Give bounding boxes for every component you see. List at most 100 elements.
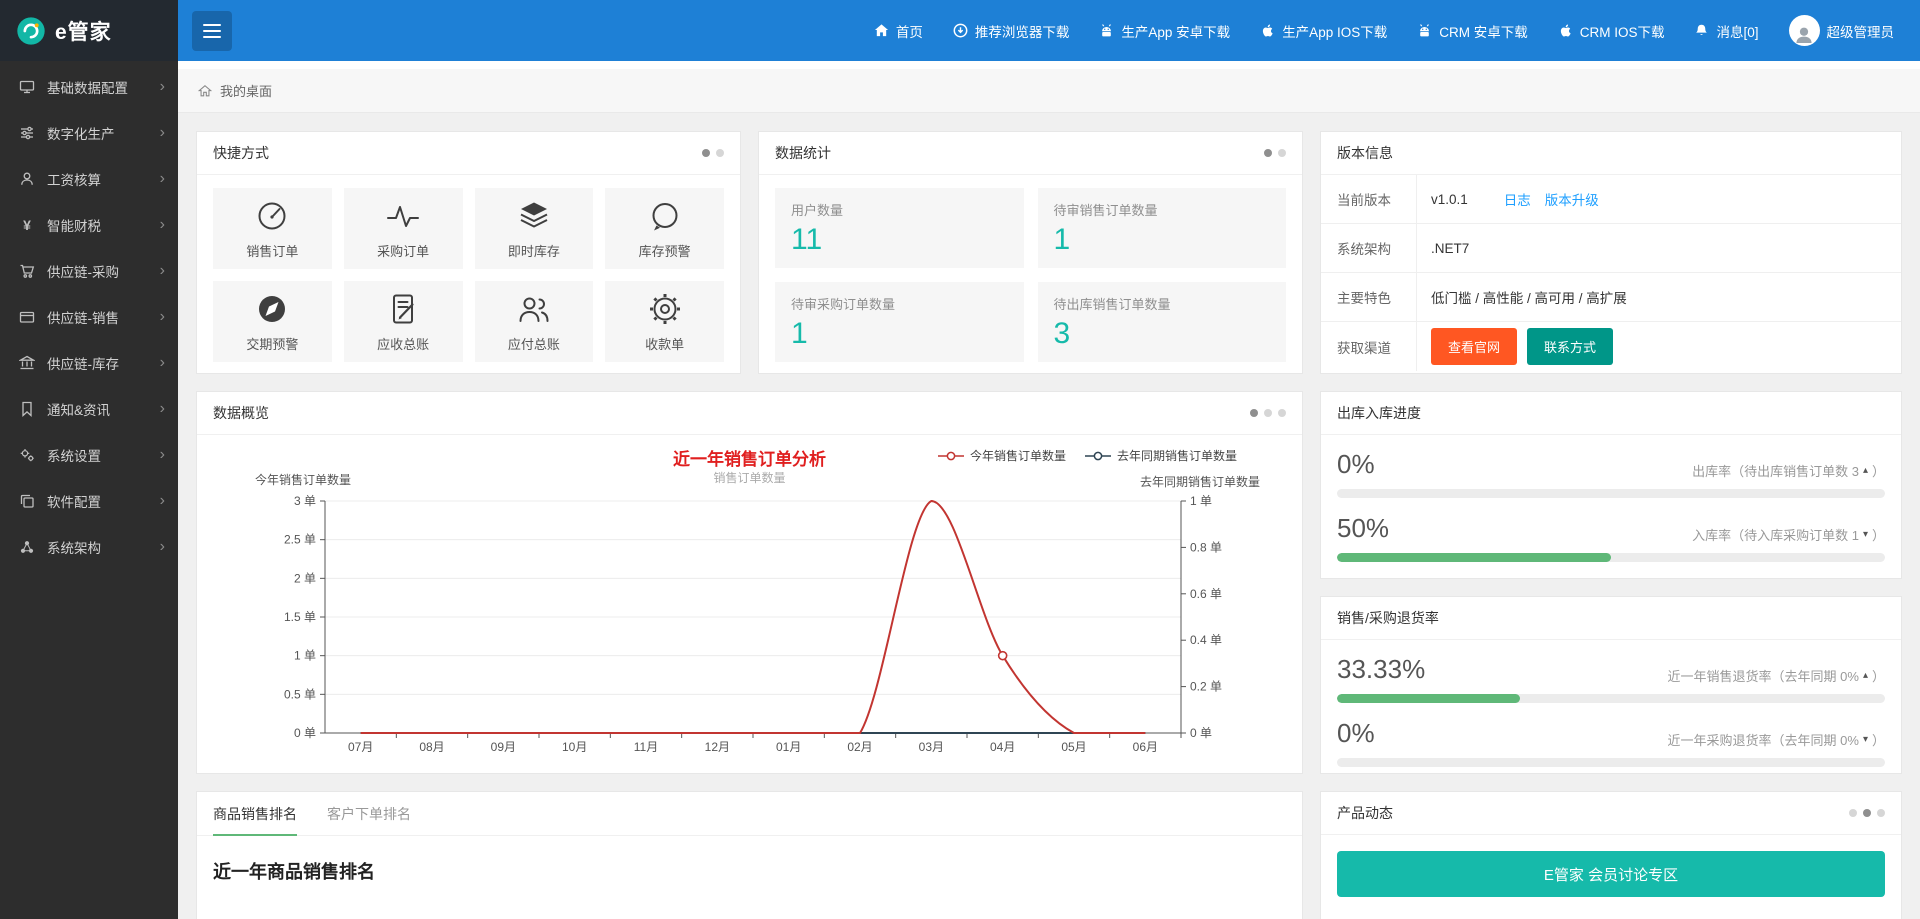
nav-item-browser-download[interactable]: 推荐浏览器下载 xyxy=(953,21,1069,41)
sidebar-item-smart-tax[interactable]: ¥ 智能财税 › xyxy=(0,202,178,248)
official-site-button[interactable]: 查看官网 xyxy=(1431,328,1518,365)
shortcuts-card: 快捷方式 销售订单 采购订单 即时库存 库存预警 交期预警 应收总账 应付总账 … xyxy=(196,131,741,374)
arch-value: .NET7 xyxy=(1431,240,1470,256)
carousel-dot[interactable] xyxy=(1250,409,1258,417)
changelog-link[interactable]: 日志 xyxy=(1504,189,1531,209)
sidebar-toggle-button[interactable] xyxy=(192,10,232,51)
shortcut-payable-ledger[interactable]: 应付总账 xyxy=(474,281,594,362)
shortcut-sales-order[interactable]: 销售订单 xyxy=(213,188,332,269)
legend-entry[interactable]: 去年同期销售订单数量 xyxy=(1084,447,1237,464)
sidebar-item-supply-inventory[interactable]: 供应链-库存 › xyxy=(0,340,178,386)
carousel-dot[interactable] xyxy=(702,149,710,157)
shortcut-purchase-order[interactable]: 采购订单 xyxy=(343,188,463,269)
carousel-dot[interactable] xyxy=(1278,409,1286,417)
caret-up-icon[interactable]: ▴ xyxy=(1863,670,1868,681)
bank-icon xyxy=(18,355,36,371)
sidebar-item-system-architecture[interactable]: 系统架构 › xyxy=(0,524,178,570)
svg-text:04月: 04月 xyxy=(990,740,1015,754)
browser-download-icon xyxy=(953,23,968,38)
carousel-dot[interactable] xyxy=(1264,149,1272,157)
chevron-right-icon: › xyxy=(159,492,165,509)
card-title: 数据统计 xyxy=(775,145,831,161)
svg-text:06月: 06月 xyxy=(1133,740,1158,754)
nav-label: CRM 安卓下载 xyxy=(1439,24,1528,40)
carousel-dot[interactable] xyxy=(716,149,724,157)
sidebar-item-digital-production[interactable]: 数字化生产 › xyxy=(0,110,178,156)
svg-text:0.2 单: 0.2 单 xyxy=(1190,680,1222,694)
carousel-dots xyxy=(1250,409,1286,417)
bookmark-icon xyxy=(18,401,36,417)
apple-icon xyxy=(1260,23,1275,38)
nav-item-crm-ios[interactable]: CRM IOS下载 xyxy=(1558,21,1665,41)
stat-pending-outbound-orders: 待出库销售订单数量 3 xyxy=(1037,282,1286,362)
nav-item-messages[interactable]: 消息[0] xyxy=(1694,21,1759,41)
sidebar-item-supply-purchase[interactable]: 供应链-采购 › xyxy=(0,248,178,294)
nav-item-home[interactable]: 首页 xyxy=(874,21,923,41)
product-news-card: 产品动态 E管家 会员讨论专区 xyxy=(1320,791,1902,919)
nav-label: CRM IOS下载 xyxy=(1579,24,1665,40)
chevron-right-icon: › xyxy=(159,78,165,95)
line-marker-icon xyxy=(1084,451,1111,460)
card-title: 数据概览 xyxy=(213,405,269,421)
chevron-right-icon: › xyxy=(159,216,165,233)
top-navigation: 首页 推荐浏览器下载 生产App 安卓下载 生产App IOS下载 CRM 安卓… xyxy=(874,15,1920,46)
svg-text:07月: 07月 xyxy=(348,740,373,754)
tab-product-sales-ranking[interactable]: 商品销售排名 xyxy=(213,792,297,836)
svg-text:02月: 02月 xyxy=(847,740,872,754)
nav-label: 消息[0] xyxy=(1716,24,1759,40)
nav-item-prod-app-android[interactable]: 生产App 安卓下载 xyxy=(1099,21,1230,41)
carousel-dot[interactable] xyxy=(1264,409,1272,417)
chart-legend: 今年销售订单数量 去年同期销售订单数量 xyxy=(937,447,1237,464)
carousel-dot[interactable] xyxy=(1863,809,1871,817)
caret-down-icon[interactable]: ▾ xyxy=(1863,734,1868,745)
sidebar-item-supply-sales[interactable]: 供应链-销售 › xyxy=(0,294,178,340)
home-outline-icon xyxy=(198,84,212,98)
svg-text:0 单: 0 单 xyxy=(1190,726,1212,740)
svg-text:1.5 单: 1.5 单 xyxy=(284,610,316,624)
progress-bar xyxy=(1337,489,1885,498)
caret-down-icon[interactable]: ▾ xyxy=(1863,529,1868,540)
sidebar-item-system-settings[interactable]: 系统设置 › xyxy=(0,432,178,478)
version-card: 版本信息 当前版本 v1.0.1 日志 版本升级 系统架构 .NET7 主要特色… xyxy=(1320,131,1902,374)
card-title: 快捷方式 xyxy=(213,145,269,161)
percent-value: 50% xyxy=(1337,513,1390,543)
shortcut-delivery-alert[interactable]: 交期预警 xyxy=(213,281,332,362)
sidebar-item-payroll[interactable]: 工资核算 › xyxy=(0,156,178,202)
shortcut-realtime-inventory[interactable]: 即时库存 xyxy=(474,188,594,269)
upgrade-link[interactable]: 版本升级 xyxy=(1545,189,1599,209)
tab-customer-order-ranking[interactable]: 客户下单排名 xyxy=(327,792,411,835)
sidebar-item-notice-news[interactable]: 通知&资讯 › xyxy=(0,386,178,432)
line-marker-icon xyxy=(937,451,964,460)
sidebar-item-software-config[interactable]: 软件配置 › xyxy=(0,478,178,524)
nav-label: 超级管理员 xyxy=(1826,24,1895,40)
contact-button[interactable]: 联系方式 xyxy=(1527,328,1614,365)
svg-text:2 单: 2 单 xyxy=(294,571,316,585)
chevron-right-icon: › xyxy=(159,308,165,325)
chart-header: 近一年销售订单分析 销售订单数量 今年销售订单数量 今年销售订单数量 去年同期销… xyxy=(213,445,1286,489)
card-title: 销售/采购退货率 xyxy=(1337,610,1439,626)
carousel-dot[interactable] xyxy=(1849,809,1857,817)
ranking-tabs: 商品销售排名 客户下单排名 xyxy=(197,792,1302,836)
percent-value: 33.33% xyxy=(1337,654,1426,684)
carousel-dot[interactable] xyxy=(1877,809,1885,817)
carousel-dots xyxy=(1849,809,1885,817)
shortcut-receivable-ledger[interactable]: 应收总账 xyxy=(343,281,463,362)
stat-pending-purchase-orders: 待审采购订单数量 1 xyxy=(775,282,1024,362)
gear-icon xyxy=(647,291,683,327)
carousel-dot[interactable] xyxy=(1278,149,1286,157)
nav-item-crm-android[interactable]: CRM 安卓下载 xyxy=(1417,21,1528,41)
breadcrumb-label: 我的桌面 xyxy=(220,84,273,99)
nav-item-prod-app-ios[interactable]: 生产App IOS下载 xyxy=(1260,21,1387,41)
carousel-dots xyxy=(1264,149,1286,157)
carousel-dots xyxy=(702,149,724,157)
svg-text:0.6 单: 0.6 单 xyxy=(1190,587,1222,601)
sidebar-item-base-data-config[interactable]: 基础数据配置 › xyxy=(0,64,178,110)
caret-up-icon[interactable]: ▴ xyxy=(1863,465,1868,476)
legend-entry[interactable]: 今年销售订单数量 xyxy=(937,447,1066,464)
nav-item-user[interactable]: 超级管理员 xyxy=(1788,15,1895,46)
shortcut-receipt[interactable]: 收款单 xyxy=(605,281,724,362)
features-value: 低门槛 / 高性能 / 高可用 / 高扩展 xyxy=(1431,291,1627,306)
member-forum-button[interactable]: E管家 会员讨论专区 xyxy=(1337,851,1885,897)
bell-icon xyxy=(1694,23,1709,38)
shortcut-inventory-alert[interactable]: 库存预警 xyxy=(605,188,724,269)
